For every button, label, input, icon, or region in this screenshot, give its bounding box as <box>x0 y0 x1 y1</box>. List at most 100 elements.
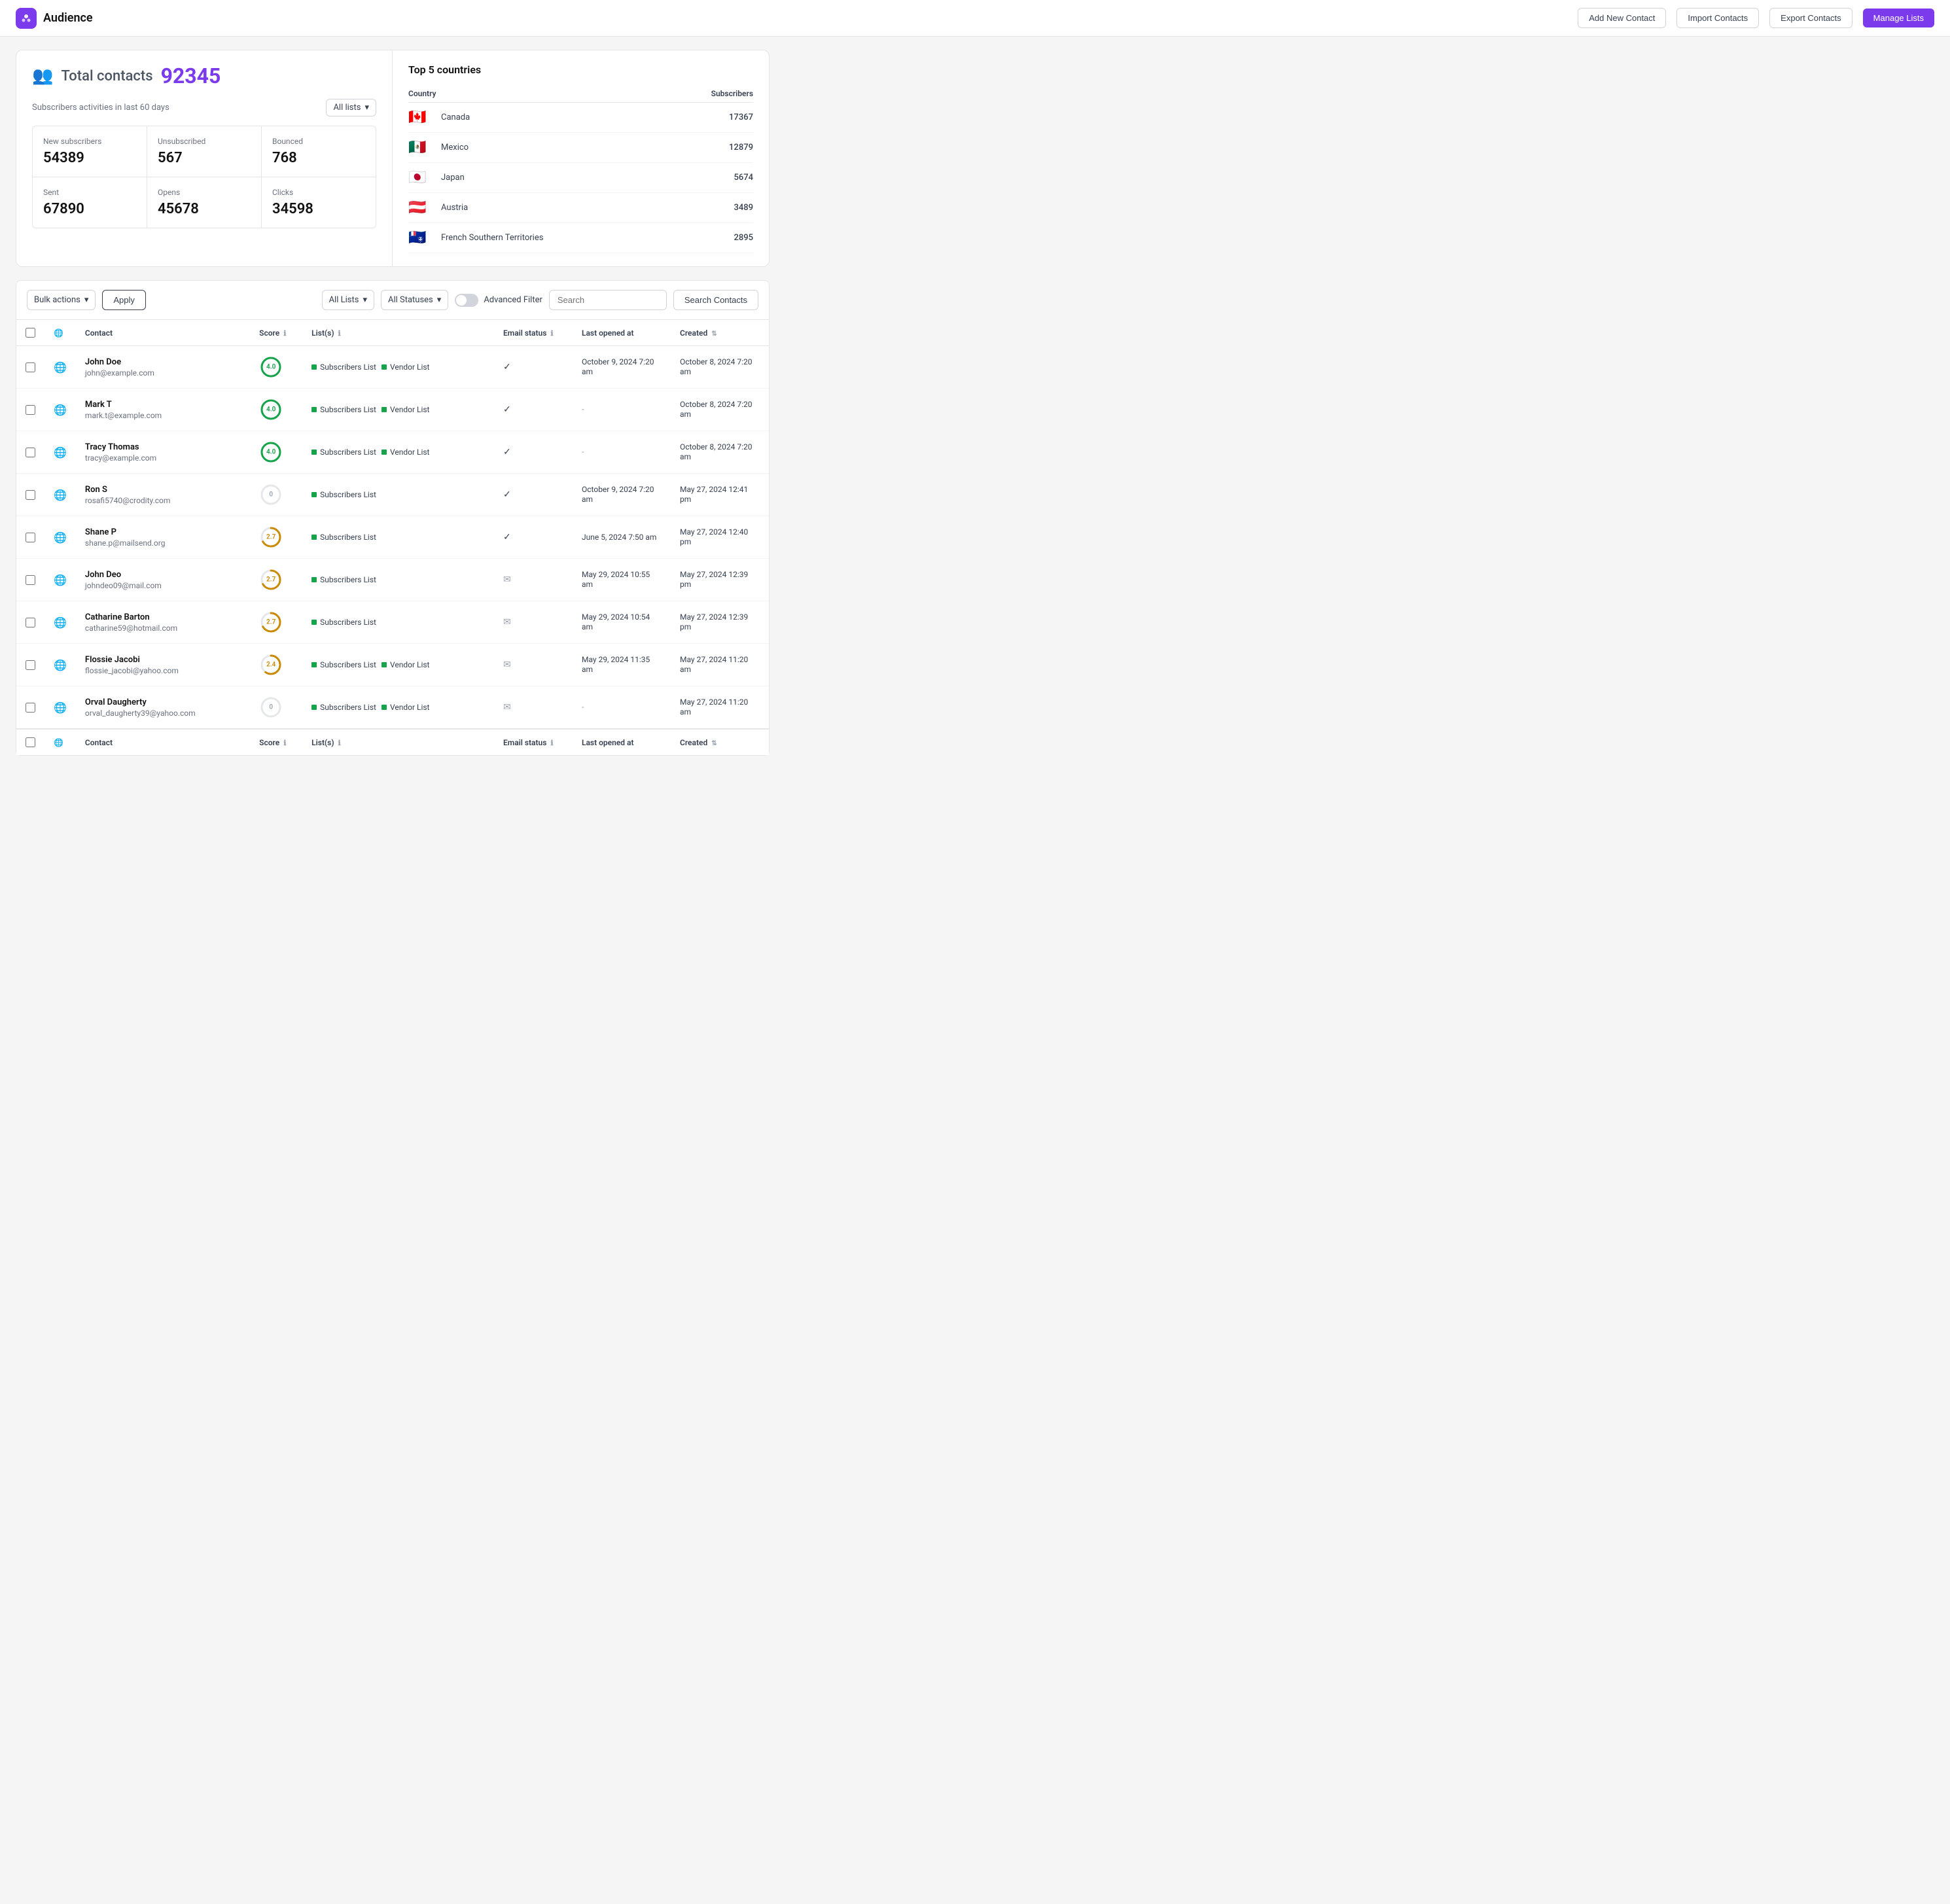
row-checkbox[interactable] <box>26 575 35 585</box>
lists-cell: Subscribers List Vendor List <box>302 346 494 389</box>
col-email-status-header: Email status ℹ <box>494 320 573 346</box>
table-row: 🌐 Tracy Thomas tracy@example.com 4.0 Sub… <box>16 431 769 474</box>
col-country-header: Country <box>408 89 711 98</box>
contact-name: Shane P <box>85 527 241 537</box>
contact-name: John Deo <box>85 570 241 580</box>
metric-label: Opens <box>158 188 251 197</box>
lists-cell: Subscribers List Vendor List <box>302 431 494 474</box>
list-name: Subscribers List <box>320 575 376 584</box>
list-tag: Subscribers List <box>311 405 376 414</box>
last-opened-cell: - <box>573 431 671 474</box>
metric-label: Sent <box>43 188 136 197</box>
search-contacts-button[interactable]: Search Contacts <box>673 290 758 310</box>
chevron-down-icon: ▾ <box>437 295 442 305</box>
contact-name: Orval Daugherty <box>85 697 241 707</box>
row-checkbox-cell[interactable] <box>16 644 44 686</box>
country-flag: 🇦🇹 <box>408 200 434 216</box>
all-lists-dropdown[interactable]: All lists ▾ <box>326 99 376 116</box>
country-name: Canada <box>441 113 722 122</box>
metric-label: Clicks <box>272 188 365 197</box>
row-checkbox[interactable] <box>26 448 35 457</box>
last-opened-dash: - <box>582 703 584 713</box>
contact-cell: Mark T mark.t@example.com <box>76 389 250 431</box>
lists-cell: Subscribers List <box>302 516 494 559</box>
row-checkbox[interactable] <box>26 533 35 542</box>
row-checkbox-cell[interactable] <box>16 389 44 431</box>
all-statuses-filter[interactable]: All Statuses ▾ <box>381 290 448 310</box>
list-dot <box>311 662 317 667</box>
export-contacts-button[interactable]: Export Contacts <box>1769 8 1852 28</box>
footer-score-label: Score ℹ <box>250 729 302 755</box>
footer-email-status-label: Email status ℹ <box>494 729 573 755</box>
created-cell: May 27, 2024 12:39 pm <box>671 559 769 601</box>
select-all-checkbox[interactable] <box>26 328 35 338</box>
import-contacts-button[interactable]: Import Contacts <box>1676 8 1759 28</box>
row-globe-cell: 🌐 <box>44 474 76 516</box>
filter-bar: Bulk actions ▾ Apply All Lists ▾ All Sta… <box>16 280 770 319</box>
globe-icon: 🌐 <box>54 531 67 544</box>
contact-cell: John Deo johndeo09@mail.com <box>76 559 250 601</box>
email-status-cell: ✉ <box>494 601 573 644</box>
row-checkbox-cell[interactable] <box>16 559 44 601</box>
lists-cell: Subscribers List Vendor List <box>302 389 494 431</box>
lists-cell: Subscribers List <box>302 559 494 601</box>
advanced-filter-toggle[interactable] <box>455 294 478 307</box>
row-checkbox[interactable] <box>26 660 35 670</box>
list-tag: Vendor List <box>381 703 430 712</box>
footer-created-label[interactable]: Created ⇅ <box>671 729 769 755</box>
chevron-down-icon: ▾ <box>364 103 369 113</box>
manage-lists-button[interactable]: Manage Lists <box>1863 9 1934 27</box>
metrics-grid: New subscribers 54389 Unsubscribed 567 B… <box>32 126 376 228</box>
list-dot <box>311 492 317 497</box>
list-name: Subscribers List <box>320 405 376 414</box>
col-select-all[interactable] <box>16 320 44 346</box>
total-contacts-value: 92345 <box>161 63 221 88</box>
country-row: 🇨🇦 Canada 17367 <box>408 103 753 133</box>
created-cell: May 27, 2024 11:20 am <box>671 644 769 686</box>
score-indicator: 2.7 <box>259 568 283 591</box>
country-name: Japan <box>441 173 727 183</box>
metric-value: 54389 <box>43 150 136 166</box>
row-checkbox-cell[interactable] <box>16 601 44 644</box>
list-dot <box>311 620 317 625</box>
row-checkbox[interactable] <box>26 405 35 415</box>
apply-button[interactable]: Apply <box>102 290 146 310</box>
score-cell: 2.7 <box>250 516 302 559</box>
total-contacts-label: Total contacts <box>61 68 152 84</box>
add-contact-button[interactable]: Add New Contact <box>1578 8 1666 28</box>
email-status-cell: ✓ <box>494 474 573 516</box>
country-row: 🇹🇫 French Southern Territories 2895 <box>408 223 753 253</box>
col-created-header[interactable]: Created ⇅ <box>671 320 769 346</box>
row-checkbox-cell[interactable] <box>16 346 44 389</box>
list-tag: Vendor List <box>381 448 430 457</box>
created-date: May 27, 2024 11:20 am <box>680 655 748 674</box>
row-checkbox[interactable] <box>26 490 35 500</box>
score-cell: 0 <box>250 686 302 730</box>
row-checkbox-cell[interactable] <box>16 474 44 516</box>
globe-icon: 🌐 <box>54 361 67 374</box>
globe-icon: 🌐 <box>54 701 67 714</box>
row-checkbox[interactable] <box>26 703 35 713</box>
row-checkbox-cell[interactable] <box>16 431 44 474</box>
footer-select-all-checkbox[interactable] <box>26 737 35 747</box>
footer-created-sort-icon: ⇅ <box>711 740 717 747</box>
col-contact-header: Contact <box>76 320 250 346</box>
all-lists-filter[interactable]: All Lists ▾ <box>322 290 374 310</box>
list-dot <box>381 407 387 412</box>
contact-name: Flossie Jacobi <box>85 655 241 665</box>
search-input[interactable] <box>549 290 667 310</box>
row-checkbox[interactable] <box>26 362 35 372</box>
row-checkbox[interactable] <box>26 618 35 627</box>
list-tag: Vendor List <box>381 362 430 372</box>
list-dot <box>381 662 387 667</box>
row-checkbox-cell[interactable] <box>16 516 44 559</box>
bulk-actions-dropdown[interactable]: Bulk actions ▾ <box>27 290 96 310</box>
country-count: 3489 <box>734 203 753 213</box>
row-checkbox-cell[interactable] <box>16 686 44 730</box>
score-indicator: 2.7 <box>259 610 283 634</box>
contact-email: rosafi5740@crodity.com <box>85 496 241 505</box>
lists-cell: Subscribers List <box>302 601 494 644</box>
all-lists-filter-label: All Lists <box>329 295 359 305</box>
list-name: Subscribers List <box>320 490 376 499</box>
contact-email: catharine59@hotmail.com <box>85 624 241 633</box>
